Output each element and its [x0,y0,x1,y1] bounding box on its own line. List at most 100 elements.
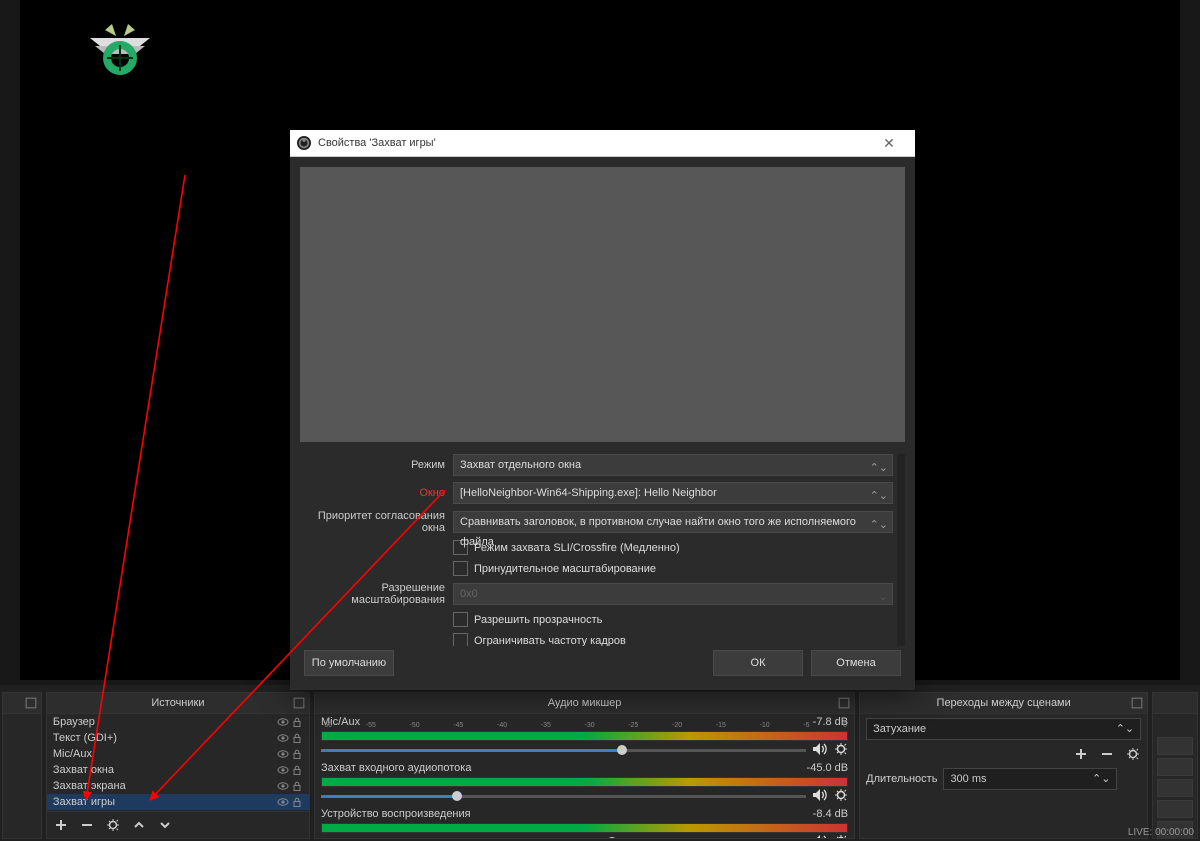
sources-header: Источники [47,693,309,714]
controls-body [1153,714,1197,838]
dock-undock-icon[interactable] [1131,696,1143,708]
lock-icon[interactable] [291,764,303,776]
speaker-icon[interactable] [812,834,828,839]
dialog-button-bar: По умолчанию ОК Отмена [300,646,905,680]
priority-select[interactable]: Сравнивать заголовок, в противном случае… [453,511,893,533]
overlay-logo [70,20,170,83]
gear-icon[interactable] [834,834,848,839]
volume-slider[interactable] [321,749,806,752]
move-up-button[interactable] [131,817,147,833]
chevron-updown-icon: ⌃⌄ [870,515,888,535]
source-label: Браузер [53,714,277,730]
vu-meter [321,823,848,833]
visibility-icon[interactable] [277,780,289,792]
visibility-icon[interactable] [277,796,289,808]
source-row[interactable]: Браузер [47,714,309,730]
status-live: LIVE: 00:00:00 [1128,827,1194,838]
remove-source-button[interactable] [79,817,95,833]
add-source-button[interactable] [53,817,69,833]
controls-header [1153,693,1197,714]
duration-label: Длительность [866,773,937,785]
dialog-titlebar[interactable]: Свойства 'Захват игры' ✕ [290,130,915,157]
lock-icon[interactable] [291,748,303,760]
remove-transition-button[interactable] [1099,746,1115,762]
mixer-panel: Аудио микшер Mic/Aux-7.8 dB-60-55-50-45-… [314,692,855,839]
chevron-updown-icon: ⌃⌄ [870,486,888,506]
dock-undock-icon[interactable] [838,696,850,708]
duration-input[interactable]: 300 ms ⌃⌄ [943,768,1117,790]
sources-list[interactable]: БраузерТекст (GDI+)Mic/AuxЗахват окнаЗах… [47,714,309,811]
mixer-list: Mic/Aux-7.8 dB-60-55-50-45-40-35-30-25-2… [315,714,854,838]
scale-res-select[interactable]: 0x0 ⌄ [453,583,893,605]
mixer-channel: Mic/Aux-7.8 dB-60-55-50-45-40-35-30-25-2… [321,716,848,758]
channel-name: Устройство воспроизведения [321,808,471,822]
source-label: Захват окна [53,762,277,778]
transition-settings-button[interactable] [1125,746,1141,762]
add-transition-button[interactable] [1073,746,1089,762]
control-button-stub[interactable] [1157,800,1193,818]
docks-row: Источники БраузерТекст (GDI+)Mic/AuxЗахв… [0,690,1200,841]
dock-undock-icon[interactable] [25,696,37,708]
transition-select[interactable]: Затухание ⌃⌄ [866,718,1141,740]
speaker-icon[interactable] [812,788,828,805]
chevron-updown-icon: ⌃⌄ [870,458,888,478]
close-button[interactable]: ✕ [869,135,909,152]
move-down-button[interactable] [157,817,173,833]
vu-meter: -60-55-50-45-40-35-30-25-20-15-10-50 [321,731,848,741]
source-properties-button[interactable] [105,817,121,833]
obs-icon [296,135,312,151]
scenes-panel [2,692,42,839]
lock-icon[interactable] [291,780,303,792]
control-button-stub[interactable] [1157,779,1193,797]
control-button-stub[interactable] [1157,737,1193,755]
mixer-channel: Устройство воспроизведения -8.4 dB [321,808,848,838]
speaker-icon[interactable] [812,742,828,759]
lock-icon[interactable] [291,732,303,744]
defaults-button[interactable]: По умолчанию [304,650,394,676]
chevron-down-icon: ⌄ [879,587,888,607]
window-select[interactable]: [HelloNeighbor-Win64-Shipping.exe]: Hell… [453,482,893,504]
channel-name: Захват входного аудиопотока [321,762,471,776]
mode-select[interactable]: Захват отдельного окна ⌃⌄ [453,454,893,476]
sources-toolbar [47,811,309,838]
source-row[interactable]: Захват игры [47,794,309,810]
priority-label: Приоритет согласования окна [300,510,453,534]
ok-button[interactable]: ОК [713,650,803,676]
mixer-channel: Захват входного аудиопотока-45.0 dB [321,762,848,804]
lock-icon[interactable] [291,716,303,728]
transitions-header: Переходы между сценами [860,693,1147,714]
visibility-icon[interactable] [277,764,289,776]
window-label: Окно [300,487,453,499]
source-row[interactable]: Захват экрана [47,778,309,794]
source-row[interactable]: Текст (GDI+) [47,730,309,746]
source-row[interactable]: Mic/Aux [47,746,309,762]
visibility-icon[interactable] [277,716,289,728]
properties-dialog: Свойства 'Захват игры' ✕ Режим Захват от… [290,130,915,690]
limit-fps-checkbox[interactable] [453,633,468,646]
gear-icon[interactable] [834,788,848,805]
gear-icon[interactable] [834,742,848,759]
controls-panel [1152,692,1198,839]
source-row[interactable]: Захват окна [47,762,309,778]
sli-checkbox-label: Режим захвата SLI/Crossfire (Медленно) [474,542,680,554]
dock-undock-icon[interactable] [293,696,305,708]
mixer-title: Аудио микшер [548,697,622,709]
control-button-stub[interactable] [1157,758,1193,776]
sources-title: Источники [151,697,204,709]
scale-res-label: Разрешение масштабирования [300,582,453,606]
dialog-preview [300,167,905,442]
dialog-body: Режим Захват отдельного окна ⌃⌄ Окно [He… [290,157,915,690]
cancel-button[interactable]: Отмена [811,650,901,676]
visibility-icon[interactable] [277,748,289,760]
app-window: Источники БраузерТекст (GDI+)Mic/AuxЗахв… [0,0,1200,841]
transparency-checkbox[interactable] [453,612,468,627]
force-scale-checkbox[interactable] [453,561,468,576]
source-label: Текст (GDI+) [53,730,277,746]
visibility-icon[interactable] [277,732,289,744]
source-label: Захват экрана [53,778,277,794]
volume-slider[interactable] [321,795,806,798]
mode-label: Режим [300,459,453,471]
lock-icon[interactable] [291,796,303,808]
channel-db: -8.4 dB [813,808,848,822]
dialog-title-text: Свойства 'Захват игры' [318,137,436,149]
